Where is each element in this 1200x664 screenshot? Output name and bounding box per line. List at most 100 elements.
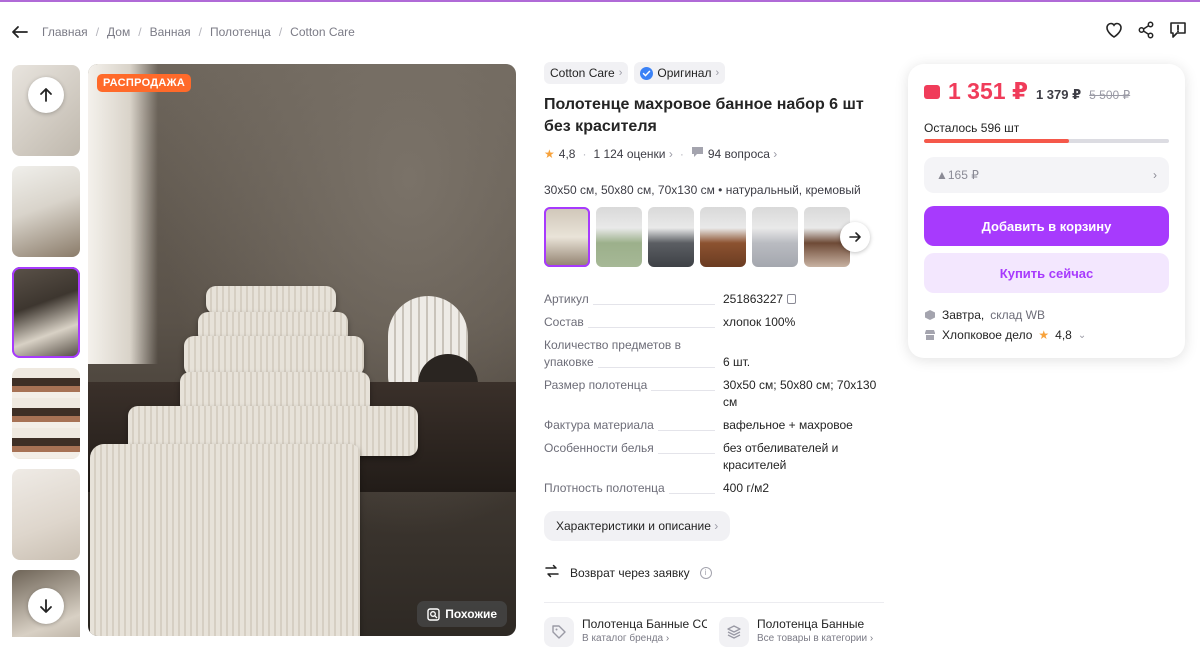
- similar-search-icon: [427, 607, 440, 621]
- price-row: 1 351 ₽ 1 379 ₽ 5 500 ₽: [924, 78, 1130, 105]
- chevron-right-icon: ›: [714, 519, 719, 533]
- reviews-link[interactable]: 1 124 оценки ›: [593, 147, 672, 161]
- breadcrumb: Главная / Дом / Ванная / Полотенца / Cot…: [42, 25, 355, 39]
- tag-icon: [544, 617, 574, 647]
- info-icon[interactable]: i: [699, 566, 712, 579]
- brand-catalog-link[interactable]: Полотенца Банные COTTON В каталог бренда…: [544, 617, 709, 647]
- chevron-right-icon: ›: [1153, 168, 1157, 182]
- similar-label: Похожие: [445, 607, 497, 621]
- characteristics-button[interactable]: Характеристики и описание ›: [544, 511, 731, 541]
- variant-option[interactable]: [648, 207, 694, 267]
- thumbnail-image[interactable]: [12, 166, 80, 257]
- add-to-cart-button[interactable]: Добавить в корзину: [924, 206, 1169, 246]
- variant-option-selected[interactable]: [544, 207, 590, 267]
- variant-list: [544, 207, 884, 269]
- breadcrumb-item-bathroom[interactable]: Ванная: [150, 25, 191, 39]
- stock-progress-fill: [924, 139, 1069, 143]
- variant-option[interactable]: [596, 207, 642, 267]
- rating-row: ★ 4,8 · 1 124 оценки › · 94 вопроса ›: [544, 146, 778, 161]
- thumbnail-list: [12, 65, 80, 637]
- spec-key: Количество предметов в упаковке: [544, 338, 682, 369]
- breadcrumb-separator: /: [95, 25, 100, 39]
- back-arrow-icon[interactable]: [10, 22, 30, 42]
- spec-row: Артикул 251863227: [544, 291, 884, 308]
- brand-chip[interactable]: Cotton Care ›: [544, 62, 629, 84]
- top-accent-line: [0, 0, 1200, 2]
- thumbnails-down-button[interactable]: [28, 588, 64, 624]
- catalog-links: Полотенца Банные COTTON В каталог бренда…: [544, 617, 884, 647]
- thumbnail-image[interactable]: [12, 469, 80, 560]
- spec-value: 30x50 см; 50x80 см; 70x130 см: [723, 378, 877, 409]
- verified-check-icon: [640, 66, 654, 80]
- price-original: 5 500 ₽: [1089, 88, 1131, 102]
- spec-value: 6 шт.: [723, 355, 751, 369]
- report-icon[interactable]: [1168, 20, 1188, 40]
- article-number: 251863227: [723, 292, 784, 306]
- breadcrumb-item-brand[interactable]: Cotton Care: [290, 25, 355, 39]
- layers-icon: [719, 617, 749, 647]
- spec-row: Фактура материала вафельное + махровое: [544, 417, 884, 434]
- spec-key: Плотность полотенца: [544, 481, 669, 495]
- star-icon: ★: [544, 146, 555, 161]
- spec-key: Фактура материала: [544, 418, 658, 432]
- breadcrumb-item-home[interactable]: Главная: [42, 25, 88, 39]
- rating-value: 4,8: [558, 146, 576, 161]
- spec-key: Особенности белья: [544, 441, 658, 455]
- stock-remaining: Осталось 596 шт: [924, 121, 1020, 135]
- heart-icon[interactable]: [1104, 20, 1124, 40]
- original-label: Оригинал: [657, 66, 712, 80]
- buy-now-button[interactable]: Купить сейчас: [924, 253, 1169, 293]
- sale-badge: РАСПРОДАЖА: [97, 74, 192, 92]
- thumbnails-up-button[interactable]: [28, 77, 64, 113]
- questions-link[interactable]: 94 вопроса ›: [708, 147, 777, 161]
- thumbnail-image[interactable]: [12, 368, 80, 459]
- chevron-right-icon: ›: [773, 146, 778, 161]
- wallet-icon: [924, 84, 940, 99]
- brand-name: Cotton Care: [550, 66, 615, 80]
- spec-value: хлопок 100%: [723, 315, 796, 329]
- variants-next-button[interactable]: [840, 222, 870, 252]
- share-icon[interactable]: [1136, 20, 1156, 40]
- divider: [544, 602, 884, 603]
- spec-row: Состав хлопок 100%: [544, 314, 884, 331]
- arrow-right-icon: [849, 232, 861, 242]
- breadcrumb-item-towels[interactable]: Полотенца: [210, 25, 271, 39]
- variant-option[interactable]: [752, 207, 798, 267]
- return-text: Возврат через заявку: [570, 565, 690, 580]
- spec-value: без отбеливателей и красителей: [723, 441, 839, 472]
- return-policy: Возврат через заявку i: [544, 563, 884, 582]
- questions-icon: [691, 146, 704, 161]
- main-product-image[interactable]: РАСПРОДАЖА Похожие: [88, 64, 516, 636]
- brand-link-title: Полотенца Банные COTTON: [582, 617, 707, 631]
- stock-progress-bar: [924, 139, 1169, 143]
- selected-variant-text: 30x50 см, 50x80 см, 70x130 см • натураль…: [544, 183, 861, 197]
- breadcrumb-item-home-goods[interactable]: Дом: [107, 25, 130, 39]
- questions-count: 94 вопроса: [707, 146, 770, 161]
- spec-value: 400 г/м2: [723, 481, 769, 495]
- spec-row: Размер полотенца 30x50 см; 50x80 см; 70x…: [544, 377, 884, 411]
- chevron-right-icon: ›: [618, 67, 623, 79]
- chevron-down-icon: ⌄: [1077, 329, 1087, 341]
- spec-row: Количество предметов в упаковке 6 шт.: [544, 337, 884, 371]
- seller-row[interactable]: Хлопковое дело ★ 4,8 ⌄: [924, 328, 1086, 342]
- box-icon: [924, 309, 936, 321]
- category-link-subtitle: Все товары в категории: [757, 633, 868, 644]
- star-icon: ★: [1038, 328, 1050, 342]
- chevron-right-icon: ›: [668, 146, 673, 161]
- spec-key: Состав: [544, 315, 588, 329]
- brand-link-subtitle: В каталог бренда: [582, 633, 664, 644]
- similar-products-button[interactable]: Похожие: [417, 601, 507, 627]
- category-catalog-link[interactable]: Полотенца Банные Все товары в категории …: [719, 617, 884, 647]
- return-arrows-icon: [544, 563, 560, 582]
- copy-icon[interactable]: [787, 294, 797, 304]
- arrow-down-icon: [40, 599, 52, 613]
- spec-key: Размер полотенца: [544, 378, 652, 392]
- installment-row[interactable]: ▲165 ₽ ›: [924, 157, 1169, 193]
- seller-rating: 4,8: [1055, 328, 1072, 342]
- thumbnail-image-selected[interactable]: [12, 267, 80, 358]
- original-chip[interactable]: Оригинал ›: [634, 62, 726, 84]
- variant-option[interactable]: [700, 207, 746, 267]
- seller-name: Хлопковое дело: [942, 328, 1033, 342]
- spec-row: Плотность полотенца 400 г/м2: [544, 480, 884, 497]
- store-icon: [924, 329, 936, 341]
